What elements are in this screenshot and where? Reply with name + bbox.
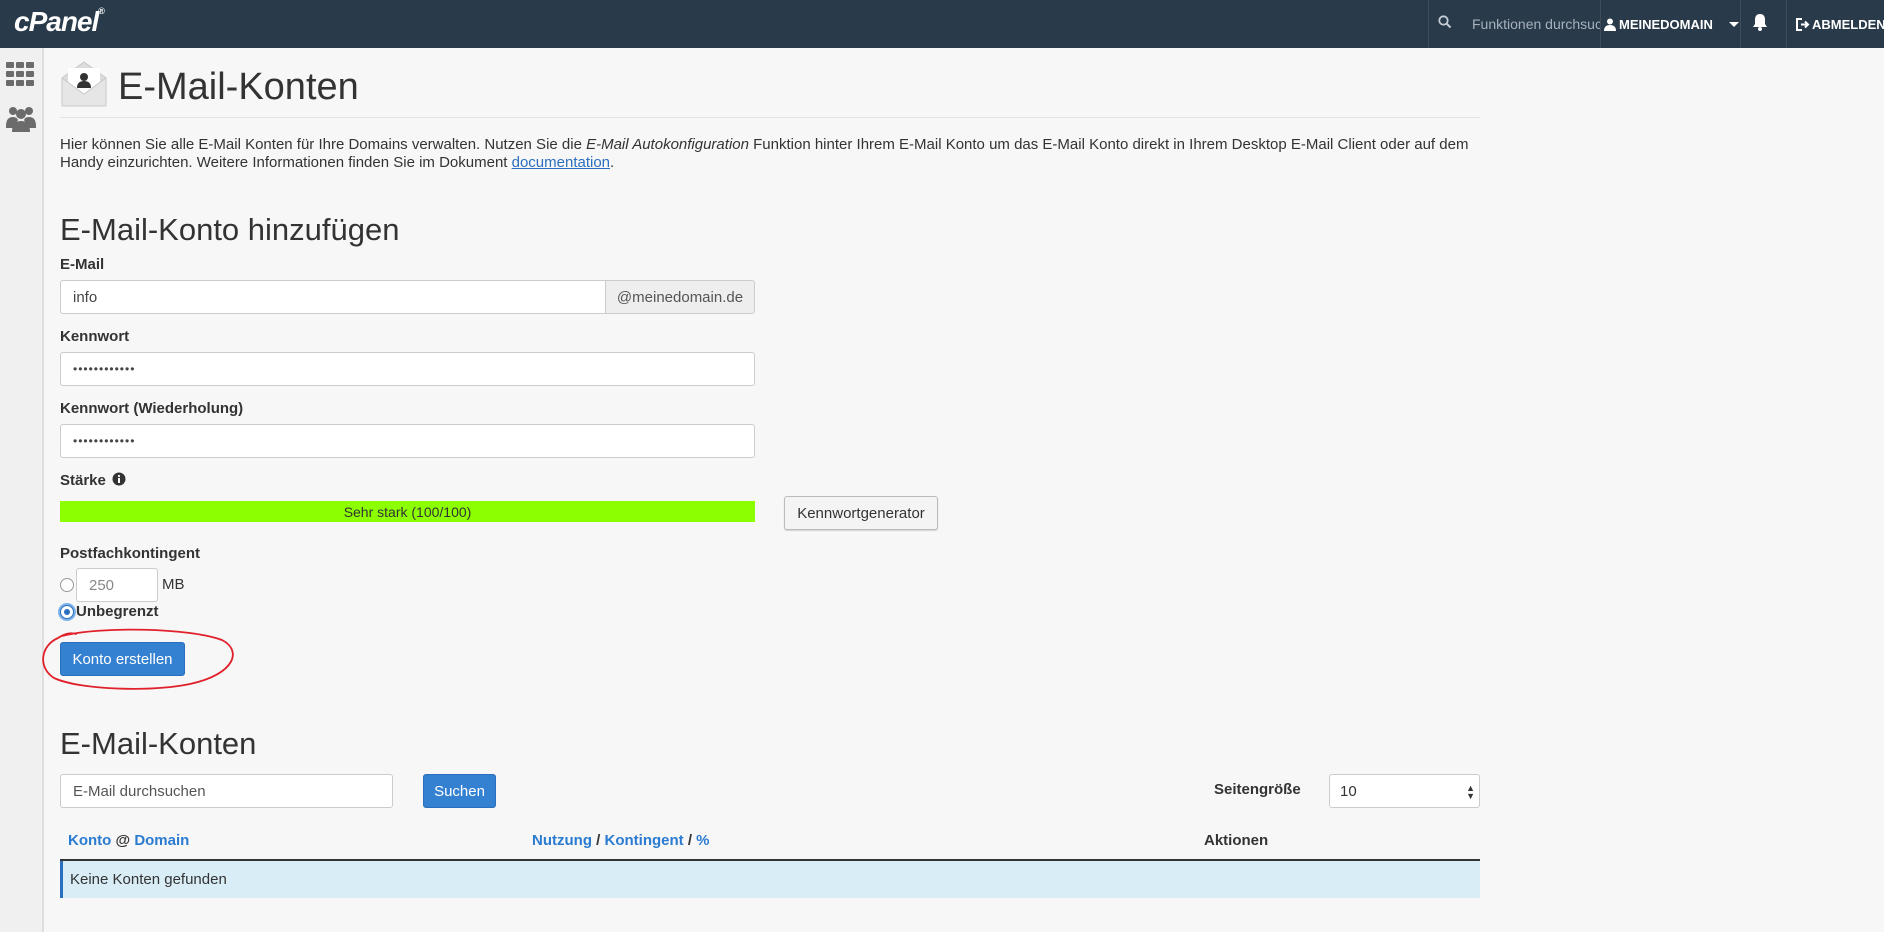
search-button[interactable]: Suchen [423,774,496,808]
logout-button[interactable]: ABMELDEN [1796,0,1884,48]
intro-text: Hier können Sie alle E-Mail Konten für I… [60,136,1480,172]
page-header: E-Mail-Konten [60,60,1480,118]
quota-label: Postfachkontingent [60,545,201,562]
sort-usage-link[interactable]: Nutzung [532,832,592,849]
documentation-link[interactable]: documentation [512,154,610,171]
chevron-down-icon [1728,21,1739,27]
password-field[interactable]: •••••••••••• [60,352,755,386]
email-field[interactable]: info [60,280,606,314]
password-generator-button[interactable]: Kennwortgenerator [784,496,938,530]
at-sign: @ [115,832,131,849]
sort-percent-link[interactable]: % [696,832,709,849]
column-header-account: Konto @ Domain [68,832,189,849]
email-accounts-icon [60,60,108,112]
apps-grid-icon[interactable] [6,62,34,90]
divider [1600,0,1601,48]
users-icon[interactable] [6,104,36,136]
quota-limited-radio[interactable] [60,578,74,592]
logo-text: cPanel [14,6,99,37]
notifications-button[interactable] [1752,13,1768,35]
sort-quota-link[interactable]: Kontingent [605,832,684,849]
logout-label: ABMELDEN [1812,16,1884,32]
create-account-button[interactable]: Konto erstellen [60,642,185,676]
user-menu[interactable]: MEINEDOMAIN [1604,0,1739,48]
info-icon[interactable] [112,472,126,486]
feature-search[interactable]: Funktionen durchsuc [1430,0,1600,48]
page-size-select[interactable]: 10 ▲ ▼ [1329,774,1480,808]
password-repeat-field[interactable]: •••••••••••• [60,424,755,458]
divider [1786,0,1787,48]
email-label: E-Mail [60,256,105,273]
page-size-value: 10 [1340,782,1357,800]
quota-unlimited-radio[interactable] [60,605,74,619]
intro-part: Hier können Sie alle E-Mail Konten für I… [60,136,587,153]
strength-label: Stärke [60,472,126,489]
search-icon [1438,15,1458,33]
select-arrows-icon: ▲ ▼ [1466,783,1475,801]
unlimited-label[interactable]: Unbegrenzt [76,603,159,620]
sort-account-link[interactable]: Konto [68,832,111,849]
top-navbar: cPanel® Funktionen durchsuc MEINEDOMAIN … [0,0,1884,48]
page-size-label: Seitengröße [1214,781,1301,798]
column-header-usage: Nutzung / Kontingent / % [532,832,710,849]
add-account-heading: E-Mail-Konto hinzufügen [60,212,400,247]
quota-unit: MB [162,576,185,593]
username: MEINEDOMAIN [1619,16,1713,32]
intro-end: . [610,154,615,171]
sort-domain-link[interactable]: Domain [134,832,189,849]
divider [1740,0,1741,48]
user-icon [1604,18,1616,31]
empty-table-row: Keine Konten gefunden [60,861,1480,898]
bell-icon [1753,14,1767,31]
separator: / [687,832,692,849]
password-label: Kennwort [60,328,130,345]
quota-input[interactable]: 250 [76,568,158,602]
search-placeholder: Funktionen durchsuc [1472,16,1600,32]
logout-icon [1796,17,1810,31]
page-title: E-Mail-Konten [118,66,359,108]
column-header-actions: Aktionen [1204,832,1269,849]
divider [1428,0,1429,48]
intro-emphasis: E-Mail Autokonfiguration [586,136,749,153]
separator: / [596,832,601,849]
password-repeat-label: Kennwort (Wiederholung) [60,400,244,417]
search-input[interactable]: E-Mail durchsuchen [60,774,393,808]
sidebar [0,48,44,932]
cpanel-logo[interactable]: cPanel® [14,6,105,38]
password-strength-meter: Sehr stark (100/100) [60,501,755,522]
accounts-heading: E-Mail-Konten [60,726,257,761]
email-domain-addon[interactable]: @meinedomain.de [605,280,755,314]
strength-label-text: Stärke [60,472,106,489]
